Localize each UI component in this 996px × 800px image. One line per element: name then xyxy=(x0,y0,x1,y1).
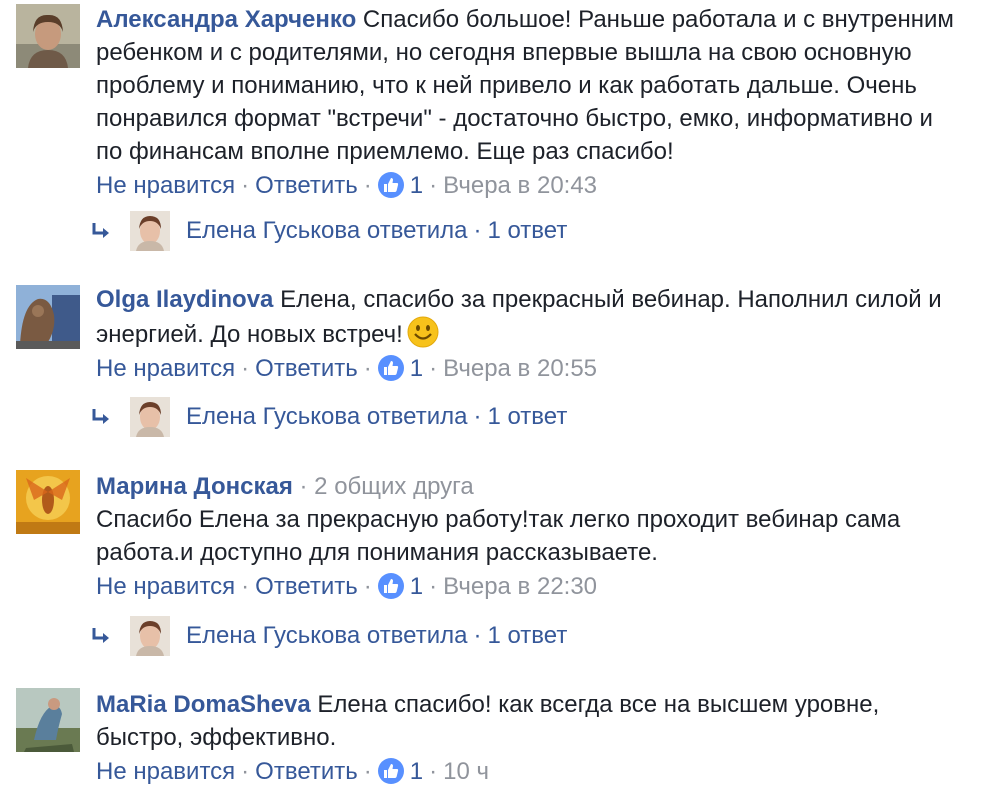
thumbs-up-icon[interactable] xyxy=(377,573,404,599)
unlike-button[interactable]: Не нравится xyxy=(96,758,235,785)
like-count[interactable]: 1 xyxy=(410,758,423,785)
reply-button[interactable]: Ответить xyxy=(255,355,358,382)
comment-author[interactable]: Olga Ilaydinova xyxy=(96,286,273,313)
reply-button[interactable]: Ответить xyxy=(255,758,358,785)
smiley-emoji-icon xyxy=(407,316,439,348)
reply-avatar[interactable] xyxy=(130,616,170,656)
comment-actions: Не нравится · Ответить · 1 · Вчера в 20:55 xyxy=(96,355,598,382)
comment-actions: Не нравится · Ответить · 1 · 10 ч xyxy=(96,758,489,785)
comment-author[interactable]: Александра Харченко xyxy=(96,6,356,33)
comment-actions: Не нравится · Ответить · 1 · Вчера в 20:43 xyxy=(96,172,598,199)
mutual-friends[interactable]: 2 общих друга xyxy=(314,473,474,500)
thumbs-up-icon[interactable] xyxy=(377,758,404,784)
reply-author-label[interactable]: Елена Гуськова ответила xyxy=(186,217,467,244)
reply-button[interactable]: Ответить xyxy=(255,172,358,199)
reply-arrow-icon xyxy=(92,223,109,238)
avatar[interactable] xyxy=(16,688,80,752)
comment-text: Александра Харченко Спасибо большое! Ран… xyxy=(96,3,956,168)
like-count[interactable]: 1 xyxy=(410,573,423,600)
timestamp[interactable]: Вчера в 22:30 xyxy=(443,573,597,600)
unlike-button[interactable]: Не нравится xyxy=(96,355,235,382)
avatar[interactable] xyxy=(16,285,80,349)
timestamp[interactable]: Вчера в 20:43 xyxy=(443,172,597,199)
reply-author-label[interactable]: Елена Гуськова ответила xyxy=(186,403,467,430)
like-count[interactable]: 1 xyxy=(410,172,423,199)
reply-arrow-icon xyxy=(92,628,109,643)
comment-author[interactable]: MaRia DomaSheva xyxy=(96,691,311,718)
reply-arrow-icon xyxy=(92,409,109,424)
like-count[interactable]: 1 xyxy=(410,355,423,382)
comment-actions: Не нравится · Ответить · 1 · Вчера в 22:30 xyxy=(96,573,598,600)
comment-author[interactable]: Марина Донская xyxy=(96,473,293,500)
avatar[interactable] xyxy=(16,470,80,534)
comment-message: Спасибо Елена за прекрасную работу!так л… xyxy=(96,506,901,566)
comment-text: Марина Донская · 2 общих друга Спасибо Е… xyxy=(96,473,901,566)
reply-count[interactable]: 1 ответ xyxy=(487,403,567,430)
unlike-button[interactable]: Не нравится xyxy=(96,172,235,199)
comment-text: Olga Ilaydinova Елена, спасибо за прекра… xyxy=(96,283,956,351)
thumbs-up-icon[interactable] xyxy=(377,172,404,198)
timestamp[interactable]: 10 ч xyxy=(443,758,489,785)
thumbs-up-icon[interactable] xyxy=(377,355,404,381)
reply-count[interactable]: 1 ответ xyxy=(487,217,567,244)
timestamp[interactable]: Вчера в 20:55 xyxy=(443,355,597,382)
unlike-button[interactable]: Не нравится xyxy=(96,573,235,600)
reply-avatar[interactable] xyxy=(130,397,170,437)
reply-author-label[interactable]: Елена Гуськова ответила xyxy=(186,622,467,649)
avatar[interactable] xyxy=(16,4,80,68)
comment-text: MaRia DomaSheva Елена спасибо! как всегд… xyxy=(96,688,956,754)
reply-count[interactable]: 1 ответ xyxy=(487,622,567,649)
reply-avatar[interactable] xyxy=(130,211,170,251)
reply-button[interactable]: Ответить xyxy=(255,573,358,600)
